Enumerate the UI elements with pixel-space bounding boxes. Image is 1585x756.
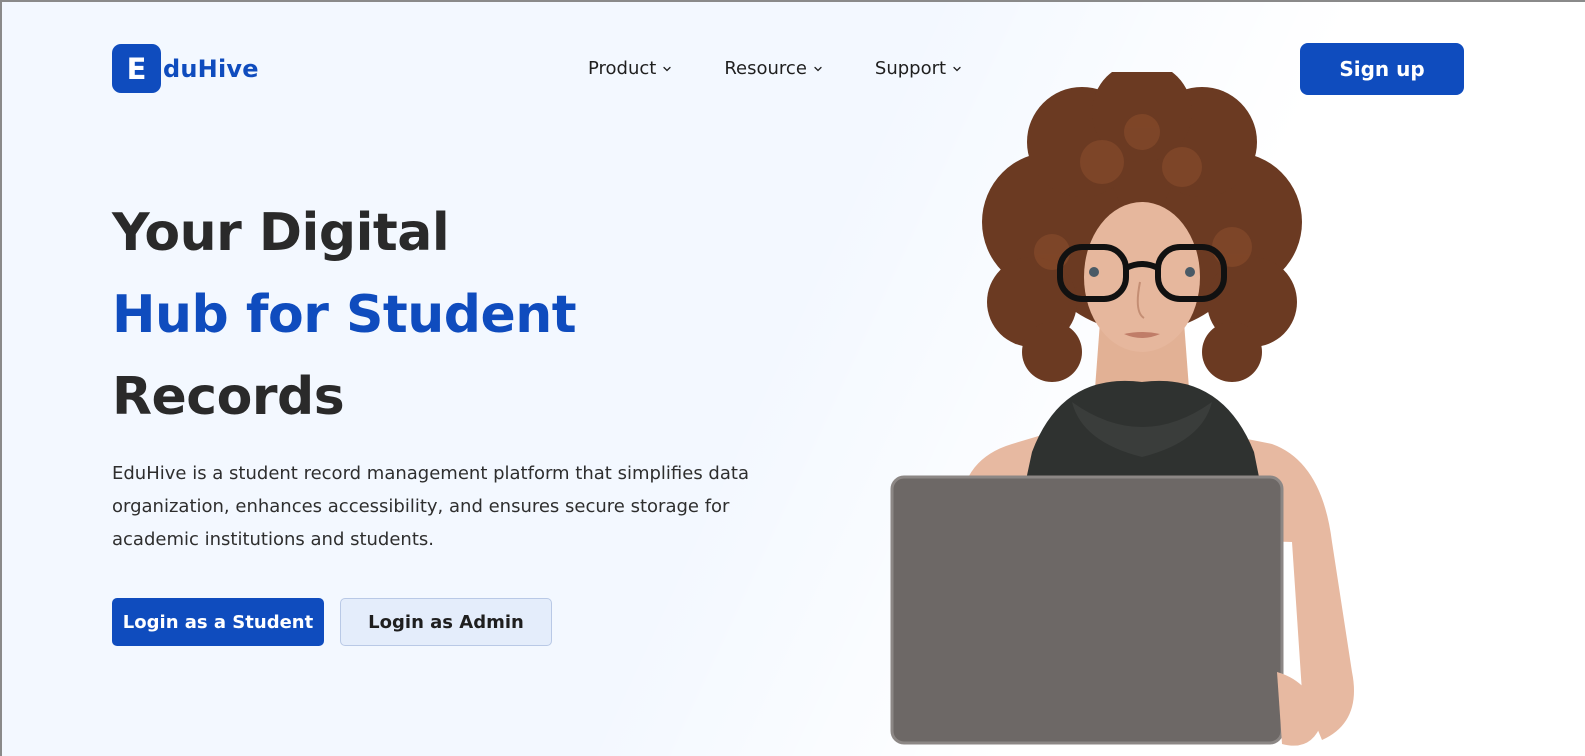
- hero-title-line1: Your Digital: [112, 203, 450, 263]
- woman-with-laptop-illustration: [890, 72, 1354, 746]
- brand-logo[interactable]: E duHive: [112, 44, 259, 93]
- landing-page: E duHive Product Resource Support Sign u…: [0, 0, 1585, 756]
- chevron-down-icon: [814, 66, 822, 71]
- logo-mark: E: [112, 44, 161, 93]
- login-student-button[interactable]: Login as a Student: [112, 598, 324, 646]
- login-admin-button[interactable]: Login as Admin: [340, 598, 552, 646]
- hero-description: EduHive is a student record management p…: [112, 463, 749, 550]
- logo-text: duHive: [163, 54, 259, 83]
- hero-title: Your Digital Hub for Student Records: [112, 192, 577, 438]
- nav-item-product[interactable]: Product: [588, 58, 672, 79]
- chevron-down-icon: [663, 66, 671, 71]
- nav-item-resource[interactable]: Resource: [724, 58, 823, 79]
- hero-title-line3: Records: [112, 367, 345, 427]
- nav-item-label: Resource: [724, 58, 807, 79]
- hero-title-line2: Hub for Student: [112, 285, 577, 345]
- nav-item-label: Product: [588, 58, 657, 79]
